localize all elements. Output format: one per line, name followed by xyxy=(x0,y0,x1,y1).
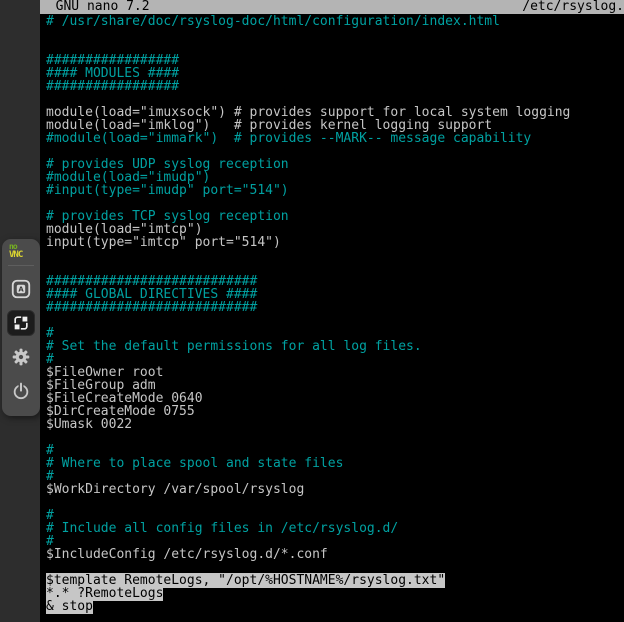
svg-text:A: A xyxy=(18,286,24,294)
novnc-logo: no VNC xyxy=(2,243,22,259)
nano-version-label: GNU nano 7.2 xyxy=(40,0,150,14)
terminal-line xyxy=(46,28,624,41)
novnc-control-bar: no VNC A xyxy=(2,239,40,416)
fullscreen-button[interactable] xyxy=(7,310,35,336)
power-button[interactable] xyxy=(7,378,35,404)
nano-titlebar: GNU nano 7.2 /etc/rsyslog. xyxy=(40,0,624,14)
terminal-line: # Set the default permissions for all lo… xyxy=(46,340,624,353)
terminal-line: $WorkDirectory /var/spool/rsyslog xyxy=(46,483,624,496)
power-icon xyxy=(11,381,31,401)
terminal-line: ################# xyxy=(46,80,624,93)
keycap-a-icon: A xyxy=(10,278,32,300)
terminal-line xyxy=(46,314,624,327)
gear-icon xyxy=(11,347,31,367)
fullscreen-icon xyxy=(11,313,31,333)
terminal-line: # Where to place spool and state files xyxy=(46,457,624,470)
terminal-line: ########################### xyxy=(46,301,624,314)
keyboard-a-button[interactable]: A xyxy=(7,276,35,302)
terminal-line xyxy=(46,249,624,262)
terminal-line: input(type="imtcp" port="514") xyxy=(46,236,624,249)
terminal-line: $Umask 0022 xyxy=(46,418,624,431)
terminal-body: # /usr/share/doc/rsyslog-doc/html/config… xyxy=(40,14,624,613)
nano-filename-label: /etc/rsyslog. xyxy=(522,0,624,14)
terminal-line xyxy=(46,431,624,444)
terminal-line: *.* ?RemoteLogs xyxy=(46,587,624,600)
terminal-line xyxy=(46,496,624,509)
control-bar-divider xyxy=(8,265,34,266)
terminal-line: $IncludeConfig /etc/rsyslog.d/*.conf xyxy=(46,548,624,561)
terminal-line: & stop xyxy=(46,600,624,613)
terminal-line: # /usr/share/doc/rsyslog-doc/html/config… xyxy=(46,15,624,28)
terminal-line: #module(load="immark") # provides --MARK… xyxy=(46,132,624,145)
settings-button[interactable] xyxy=(7,344,35,370)
terminal-line: #input(type="imudp" port="514") xyxy=(46,184,624,197)
novnc-logo-vnc: VNC xyxy=(9,251,22,259)
selected-text: & stop xyxy=(46,599,93,614)
terminal-line: $DirCreateMode 0755 xyxy=(46,405,624,418)
terminal-line: # Include all config files in /etc/rsysl… xyxy=(46,522,624,535)
terminal-screen[interactable]: GNU nano 7.2 /etc/rsyslog. # /usr/share/… xyxy=(40,0,624,622)
